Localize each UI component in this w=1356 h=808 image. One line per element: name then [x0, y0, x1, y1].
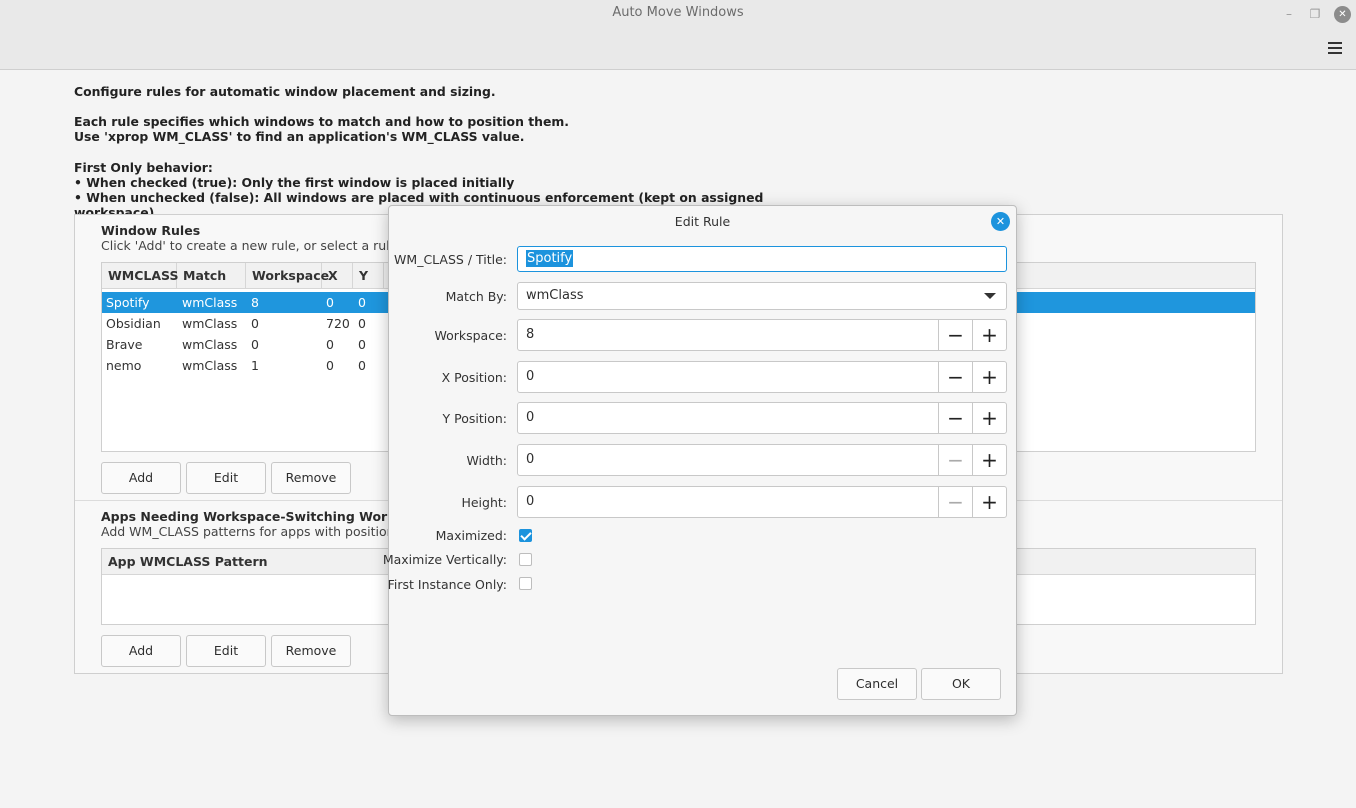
ok-button[interactable]: OK	[921, 668, 1001, 700]
width-label: Width:	[466, 453, 507, 468]
maximize-vertically-label: Maximize Vertically:	[382, 552, 507, 567]
edit-pattern-button[interactable]: Edit	[186, 635, 266, 667]
workspace-spin[interactable]: 8 − +	[517, 319, 1007, 351]
cell-wmclass: Spotify	[106, 295, 150, 310]
wmclass-label: WM_CLASS / Title:	[394, 252, 507, 267]
maximized-checkbox[interactable]	[519, 529, 532, 542]
x-position-label: X Position:	[441, 370, 507, 385]
info-line: Each rule specifies which windows to mat…	[74, 114, 569, 130]
cell-x: 720	[326, 316, 350, 331]
height-increment-icon[interactable]: +	[972, 487, 1006, 517]
add-rule-button[interactable]: Add	[101, 462, 181, 494]
height-label: Height:	[461, 495, 507, 510]
cell-workspace: 0	[251, 337, 259, 352]
edit-rule-dialog: Edit Rule ✕ WM_CLASS / Title: Spotify Ma…	[383, 205, 1017, 716]
cell-match-by: wmClass	[182, 316, 238, 331]
cell-workspace: 1	[251, 358, 259, 373]
column-header-app-wmclass-pattern[interactable]: App WMCLASS Pattern	[102, 549, 402, 575]
x-position-value[interactable]: 0	[526, 362, 534, 392]
minimize-icon[interactable]: –	[1281, 6, 1297, 22]
cell-x: 0	[326, 358, 334, 373]
y-position-label: Y Position:	[442, 411, 508, 426]
workspace-increment-icon[interactable]: +	[972, 320, 1006, 350]
window-title: Auto Move Windows	[612, 5, 744, 20]
maximized-label: Maximized:	[435, 528, 507, 543]
wmclass-input[interactable]: Spotify	[517, 246, 1007, 272]
info-line: Configure rules for automatic window pla…	[74, 84, 496, 99]
match-by-value: wmClass	[526, 288, 584, 303]
info-line: • When checked (true): Only the first wi…	[74, 174, 515, 190]
info-line: Use 'xprop WM_CLASS' to find an applicat…	[74, 129, 525, 145]
cell-match-by: wmClass	[182, 358, 238, 373]
add-pattern-button[interactable]: Add	[101, 635, 181, 667]
window-rules-subtitle: Click 'Add' to create a new rule, or sel…	[101, 238, 436, 253]
width-spin[interactable]: 0 − +	[517, 444, 1007, 476]
height-spin[interactable]: 0 − +	[517, 486, 1007, 518]
height-value[interactable]: 0	[526, 487, 534, 517]
match-by-label: Match By:	[445, 289, 507, 304]
window-rules-title: Window Rules	[101, 223, 201, 238]
maximize-icon[interactable]: ❐	[1307, 6, 1323, 22]
width-value[interactable]: 0	[526, 445, 534, 475]
width-increment-icon[interactable]: +	[972, 445, 1006, 475]
cell-workspace: 0	[251, 316, 259, 331]
title-bar: Auto Move Windows – ❐ ✕	[0, 0, 1356, 70]
first-instance-only-label: First Instance Only:	[387, 577, 507, 592]
workspace-label: Workspace:	[434, 328, 507, 343]
x-position-spin[interactable]: 0 − +	[517, 361, 1007, 393]
cell-match-by: wmClass	[182, 337, 238, 352]
info-line: First Only behavior:	[74, 159, 213, 175]
column-header-match-by[interactable]: Match By	[177, 263, 246, 309]
y-position-increment-icon[interactable]: +	[972, 403, 1006, 433]
cell-y: 0	[358, 316, 366, 331]
y-position-decrement-icon[interactable]: −	[938, 403, 972, 433]
edit-rule-button[interactable]: Edit	[186, 462, 266, 494]
cell-y: 0	[358, 295, 366, 310]
cell-wmclass: Obsidian	[106, 316, 161, 331]
column-header-y[interactable]: Y	[353, 263, 384, 289]
cell-match-by: wmClass	[182, 295, 238, 310]
height-decrement-icon: −	[938, 487, 972, 517]
remove-pattern-button[interactable]: Remove	[271, 635, 351, 667]
hamburger-menu-icon[interactable]	[1328, 42, 1342, 54]
workspace-value[interactable]: 8	[526, 320, 534, 350]
cell-wmclass: Brave	[106, 337, 143, 352]
x-position-increment-icon[interactable]: +	[972, 362, 1006, 392]
column-header-x[interactable]: X	[322, 263, 353, 289]
first-instance-only-checkbox[interactable]	[519, 577, 532, 590]
wmclass-input-value: Spotify	[526, 250, 574, 267]
workaround-subtitle: Add WM_CLASS patterns for apps with posi…	[101, 524, 414, 539]
column-header-workspace[interactable]: Workspace	[246, 263, 329, 289]
info-text: Configure rules for automatic window pla…	[74, 84, 774, 220]
cell-y: 0	[358, 337, 366, 352]
x-position-decrement-icon[interactable]: −	[938, 362, 972, 392]
column-header-wmclass[interactable]: WMCLASS	[102, 263, 178, 289]
cancel-button[interactable]: Cancel	[837, 668, 917, 700]
cell-y: 0	[358, 358, 366, 373]
close-dialog-icon[interactable]: ✕	[991, 212, 1010, 231]
cell-workspace: 8	[251, 295, 259, 310]
dropdown-arrow-icon	[984, 293, 996, 299]
cell-wmclass: nemo	[106, 358, 142, 373]
y-position-spin[interactable]: 0 − +	[517, 402, 1007, 434]
close-window-icon[interactable]: ✕	[1334, 6, 1351, 23]
dialog-title: Edit Rule	[674, 214, 731, 229]
maximize-vertically-checkbox[interactable]	[519, 553, 532, 566]
remove-rule-button[interactable]: Remove	[271, 462, 351, 494]
y-position-value[interactable]: 0	[526, 403, 534, 433]
match-by-dropdown[interactable]: wmClass	[517, 282, 1007, 310]
width-decrement-icon: −	[938, 445, 972, 475]
cell-x: 0	[326, 337, 334, 352]
workspace-decrement-icon[interactable]: −	[938, 320, 972, 350]
cell-x: 0	[326, 295, 334, 310]
